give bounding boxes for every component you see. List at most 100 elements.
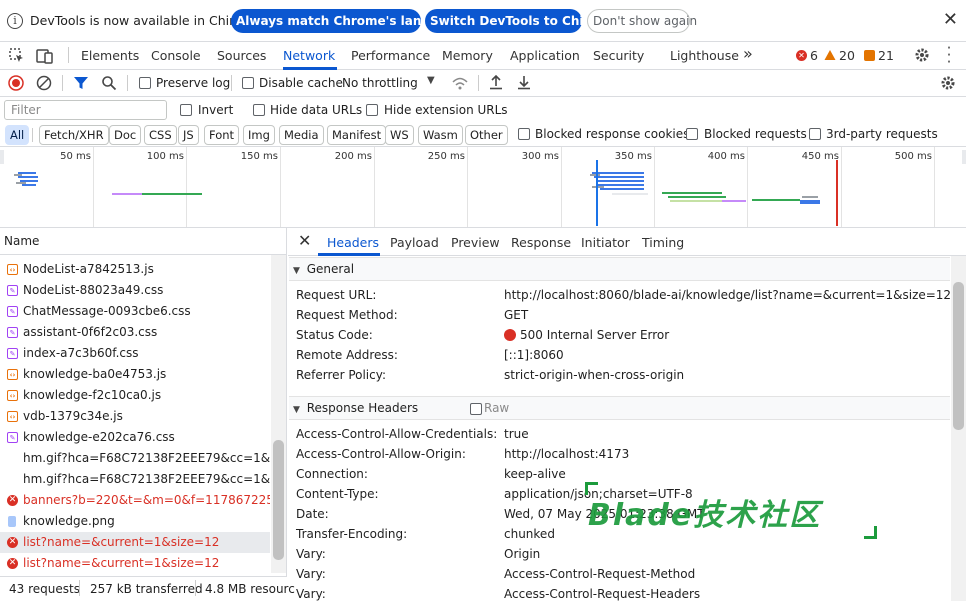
type-filter-js[interactable]: JS bbox=[178, 125, 199, 145]
type-filter-doc[interactable]: Doc bbox=[109, 125, 142, 145]
import-har-icon[interactable] bbox=[488, 74, 504, 90]
error-count[interactable]: 6 bbox=[810, 48, 818, 63]
tab-sources[interactable]: Sources bbox=[217, 48, 266, 63]
tab-timing[interactable]: Timing bbox=[642, 235, 684, 250]
header-value: true bbox=[504, 427, 529, 441]
network-settings-gear-icon[interactable] bbox=[940, 75, 956, 91]
request-row[interactable]: ‹› NodeList-a7842513.js bbox=[0, 259, 270, 280]
tab-response[interactable]: Response bbox=[511, 235, 571, 250]
tab-performance[interactable]: Performance bbox=[351, 48, 430, 63]
type-filter-img[interactable]: Img bbox=[243, 125, 275, 145]
active-detail-tab-indicator bbox=[318, 253, 380, 256]
preserve-log-checkbox[interactable] bbox=[139, 77, 151, 89]
tab-lighthouse[interactable]: Lighthouse bbox=[670, 48, 739, 63]
throttling-select[interactable]: No throttling bbox=[342, 76, 418, 90]
search-icon[interactable] bbox=[101, 75, 117, 91]
request-row[interactable]: ✎ NodeList-88023a49.css bbox=[0, 280, 270, 301]
tab-network[interactable]: Network bbox=[283, 48, 335, 63]
settings-gear-icon[interactable] bbox=[914, 47, 930, 63]
header-key: Vary: bbox=[296, 567, 326, 581]
detail-scrollbar-thumb[interactable] bbox=[953, 282, 964, 430]
tab-preview[interactable]: Preview bbox=[451, 235, 500, 250]
tab-elements[interactable]: Elements bbox=[81, 48, 139, 63]
issues-count[interactable]: 21 bbox=[878, 48, 894, 63]
type-filter-other[interactable]: Other bbox=[465, 125, 508, 145]
clear-icon[interactable] bbox=[36, 75, 52, 91]
request-row[interactable]: ✕ banners?b=220&t=&m=0&f=117867225a5c... bbox=[0, 490, 270, 511]
type-filter-css[interactable]: CSS bbox=[144, 125, 177, 145]
filter-icon[interactable] bbox=[73, 75, 89, 91]
stylesheet-file-icon: ✎ bbox=[7, 285, 18, 296]
response-headers-section-header[interactable]: ▼ Response Headers bbox=[289, 396, 950, 420]
type-filter-manifest[interactable]: Manifest bbox=[327, 125, 387, 145]
tab-payload[interactable]: Payload bbox=[390, 235, 439, 250]
disable-cache-label: Disable cache bbox=[259, 76, 343, 90]
type-filter-wasm[interactable]: Wasm bbox=[418, 125, 463, 145]
tab-security[interactable]: Security bbox=[593, 48, 644, 63]
blocked-requests-checkbox[interactable] bbox=[686, 128, 698, 140]
request-row[interactable]: ✎ index-a7c3b60f.css bbox=[0, 343, 270, 364]
request-name: vdb-1379c34e.js bbox=[23, 409, 123, 423]
stylesheet-file-icon: ✎ bbox=[7, 327, 18, 338]
request-row[interactable]: ✕ list?name=&current=1&size=12 bbox=[0, 553, 270, 574]
type-filter-ws[interactable]: WS bbox=[385, 125, 414, 145]
disable-cache-checkbox[interactable] bbox=[242, 77, 254, 89]
export-har-icon[interactable] bbox=[516, 74, 532, 90]
request-name: hm.gif?hca=F68C72138F2EEE79&cc=1&ck=... bbox=[23, 451, 270, 465]
request-row[interactable]: ✎ ChatMessage-0093cbe6.css bbox=[0, 301, 270, 322]
tab-application[interactable]: Application bbox=[510, 48, 580, 63]
request-row[interactable]: hm.gif?hca=F68C72138F2EEE79&cc=1&ck=... bbox=[0, 448, 270, 469]
general-section-header[interactable]: ▼ General bbox=[289, 257, 950, 281]
tab-initiator[interactable]: Initiator bbox=[581, 235, 630, 250]
type-filter-media[interactable]: Media bbox=[279, 125, 324, 145]
request-name: NodeList-a7842513.js bbox=[23, 262, 154, 276]
request-name: list?name=&current=1&size=12 bbox=[23, 556, 220, 570]
request-row[interactable]: knowledge.png bbox=[0, 511, 270, 532]
watermark-corner bbox=[864, 526, 877, 539]
hide-extension-urls-checkbox[interactable] bbox=[366, 104, 378, 116]
tab-memory[interactable]: Memory bbox=[442, 48, 493, 63]
close-detail-icon[interactable]: ✕ bbox=[298, 231, 311, 250]
header-key: Request Method: bbox=[296, 308, 398, 322]
script-file-icon: ‹› bbox=[7, 369, 18, 380]
network-conditions-icon[interactable] bbox=[451, 75, 469, 91]
type-filter-all[interactable]: All bbox=[5, 125, 30, 145]
collapse-arrow-icon: ▼ bbox=[293, 405, 300, 415]
tab-console[interactable]: Console bbox=[151, 48, 201, 63]
dont-show-again-button[interactable]: Don't show again bbox=[587, 9, 697, 33]
filter-input[interactable]: Filter bbox=[4, 100, 167, 120]
tab-headers[interactable]: Headers bbox=[327, 235, 379, 250]
more-tabs-button[interactable]: » bbox=[743, 44, 753, 63]
request-row[interactable]: ✎ assistant-0f6f2c03.css bbox=[0, 322, 270, 343]
record-stop-icon[interactable] bbox=[8, 75, 24, 91]
header-key: Request URL: bbox=[296, 288, 377, 302]
chevron-down-icon[interactable]: ▼ bbox=[427, 75, 435, 86]
request-row[interactable]: ✎ knowledge-e202ca76.css bbox=[0, 427, 270, 448]
more-options-icon[interactable]: · · · bbox=[946, 41, 952, 70]
raw-checkbox[interactable] bbox=[470, 403, 482, 415]
blocked-response-cookies-checkbox[interactable] bbox=[518, 128, 530, 140]
invert-checkbox[interactable] bbox=[180, 104, 192, 116]
header-key: Remote Address: bbox=[296, 348, 398, 362]
type-filter-fetch-xhr[interactable]: Fetch/XHR bbox=[39, 125, 109, 145]
switch-to-chinese-button[interactable]: Switch DevTools to Chinese bbox=[425, 9, 615, 33]
hide-data-urls-checkbox[interactable] bbox=[253, 104, 265, 116]
request-row[interactable]: ✕ list?name=&current=1&size=12 bbox=[0, 532, 270, 553]
type-filter-font[interactable]: Font bbox=[204, 125, 240, 145]
network-toolbar: Preserve log Disable cache No throttling… bbox=[0, 70, 966, 97]
always-match-language-button[interactable]: Always match Chrome's language bbox=[231, 9, 463, 33]
close-icon[interactable]: ✕ bbox=[943, 9, 958, 30]
stylesheet-file-icon: ✎ bbox=[7, 306, 18, 317]
device-toolbar-icon[interactable] bbox=[36, 48, 54, 64]
request-row[interactable]: ‹› knowledge-f2c10ca0.js bbox=[0, 385, 270, 406]
inspect-element-icon[interactable] bbox=[9, 48, 25, 64]
stylesheet-file-icon: ✎ bbox=[7, 348, 18, 359]
request-row[interactable]: ‹› vdb-1379c34e.js bbox=[0, 406, 270, 427]
request-list-scrollbar-thumb[interactable] bbox=[273, 440, 284, 560]
request-row[interactable]: ‹› knowledge-ba0e4753.js bbox=[0, 364, 270, 385]
request-row[interactable]: hm.gif?hca=F68C72138F2EEE79&cc=1&ck=... bbox=[0, 469, 270, 490]
blocked-response-cookies-label: Blocked response cookies bbox=[535, 127, 690, 141]
warning-count[interactable]: 20 bbox=[839, 48, 855, 63]
request-name: banners?b=220&t=&m=0&f=117867225a5c... bbox=[23, 493, 270, 507]
third-party-requests-checkbox[interactable] bbox=[809, 128, 821, 140]
